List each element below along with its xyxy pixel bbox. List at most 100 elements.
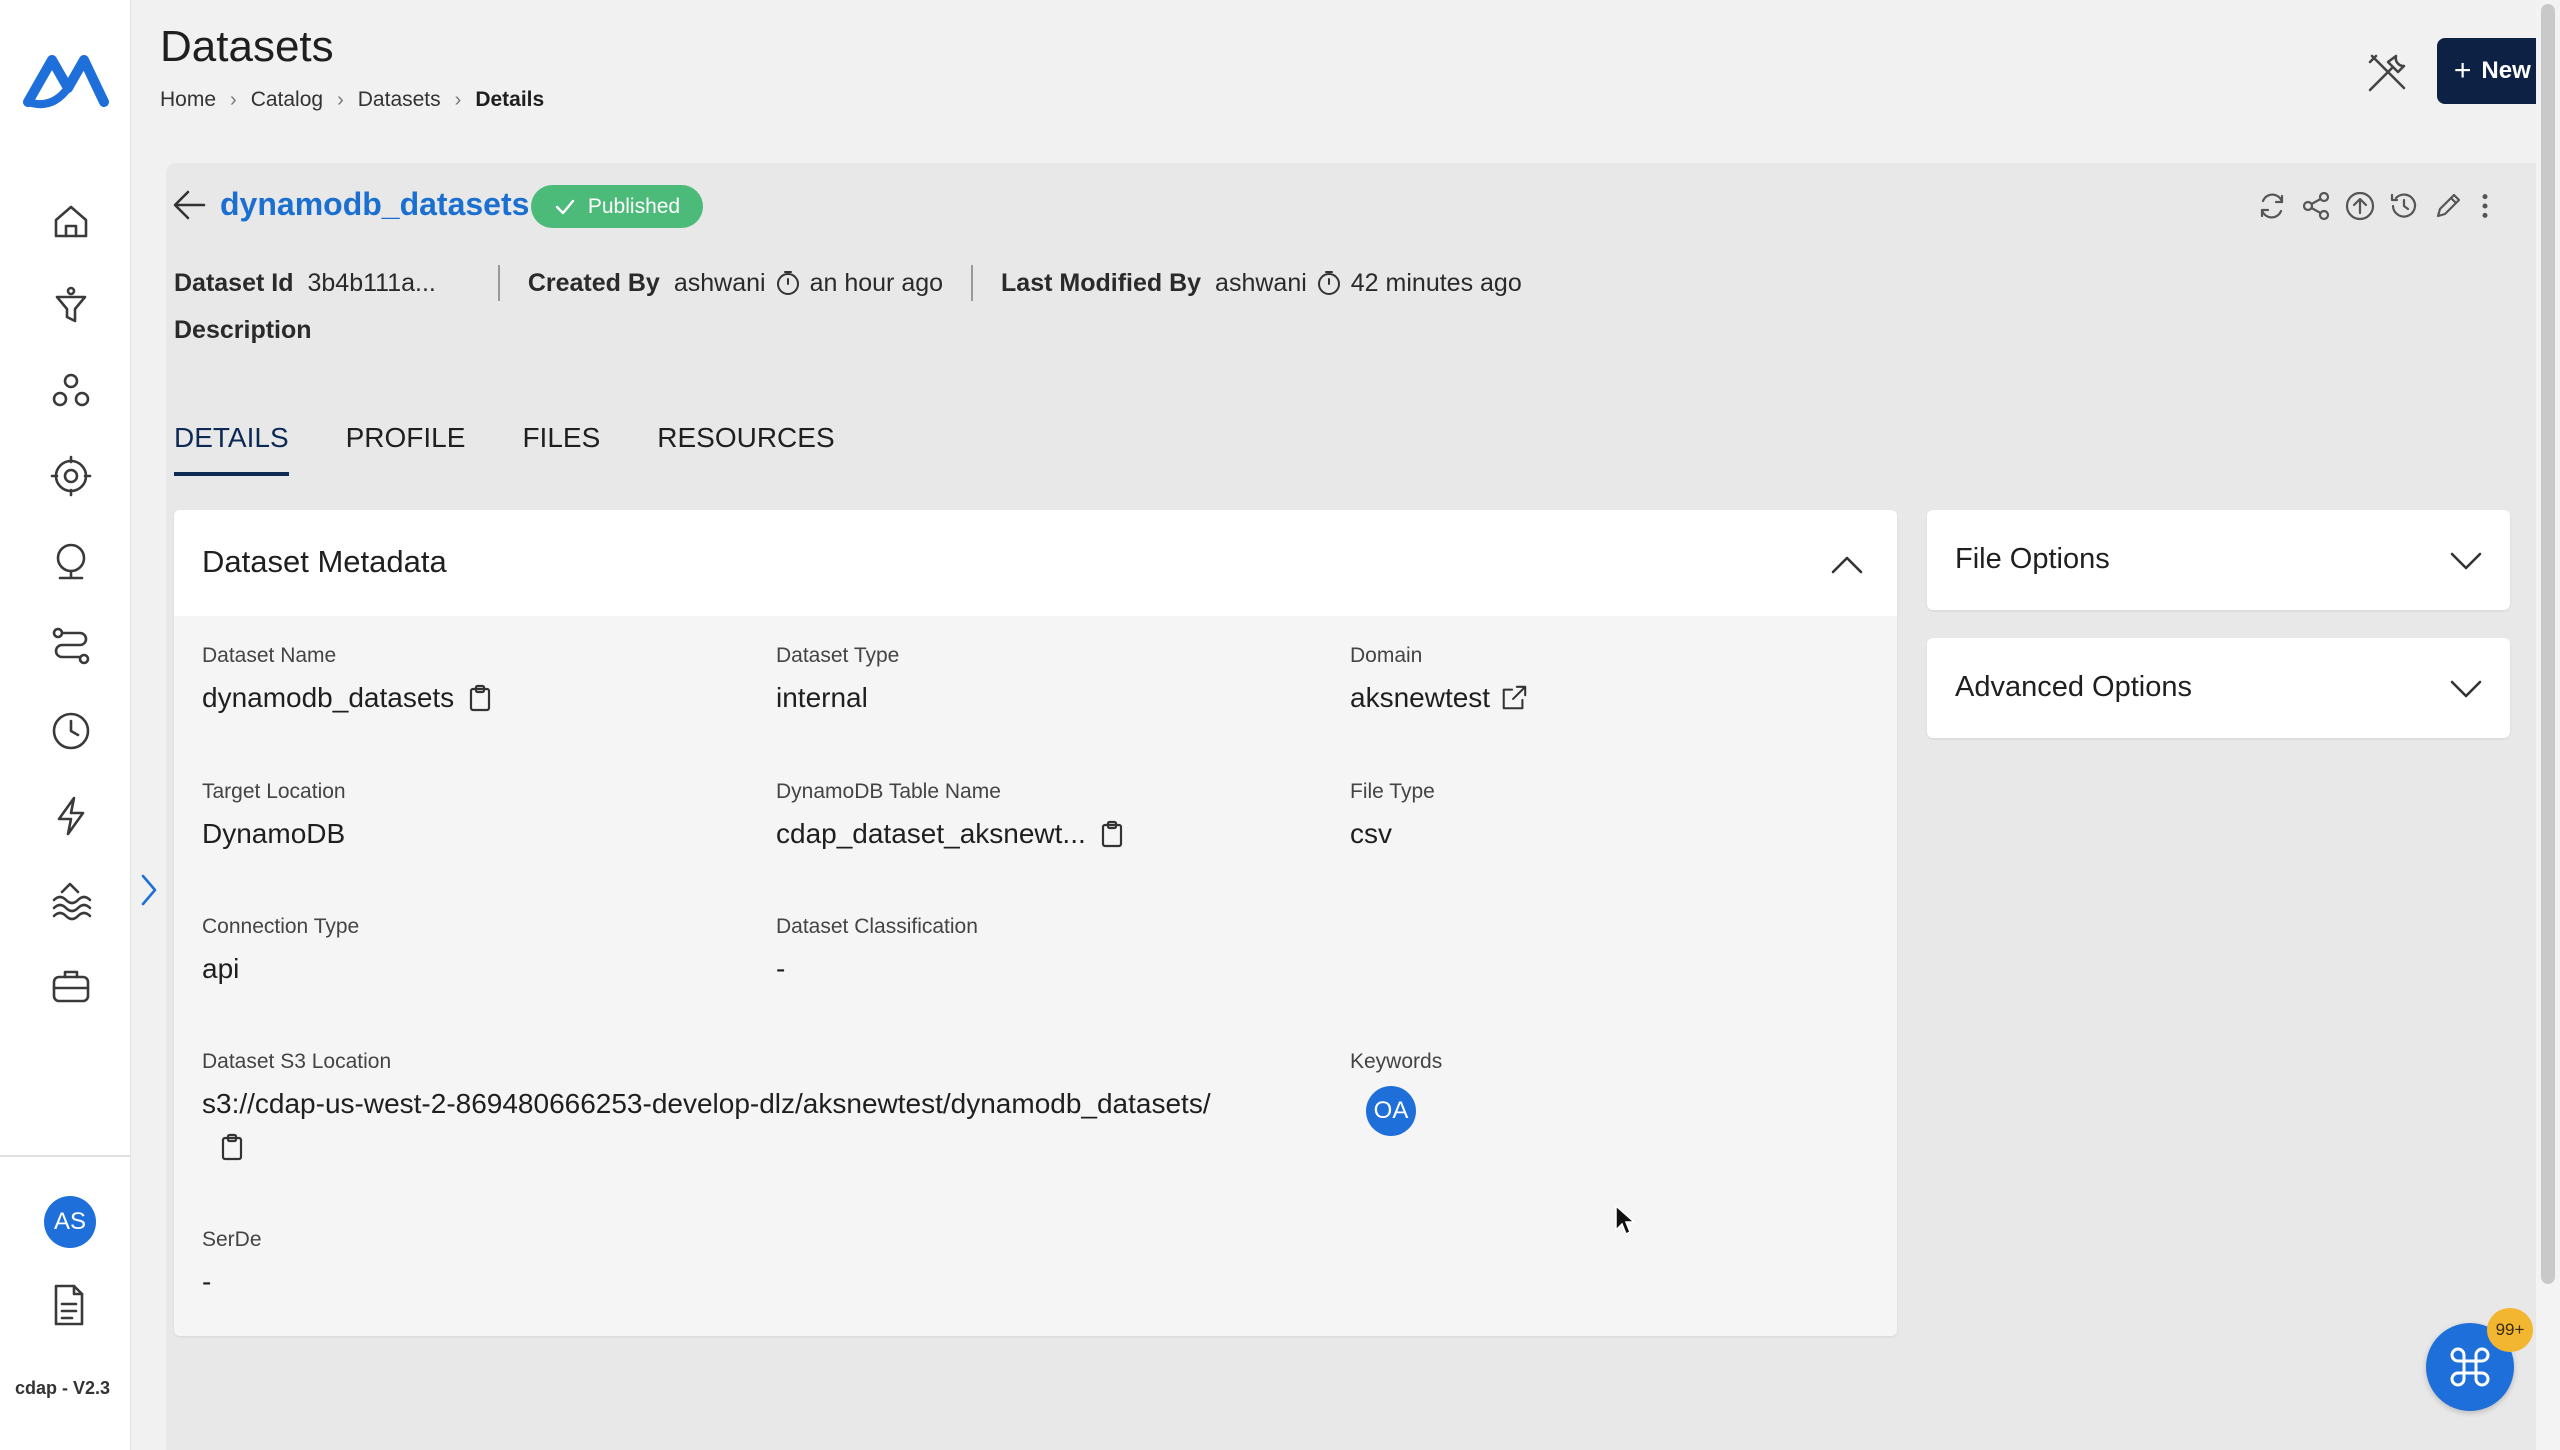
back-arrow-icon[interactable] xyxy=(170,186,208,224)
more-vertical-icon[interactable] xyxy=(2470,188,2500,224)
chevron-right-icon: › xyxy=(337,88,344,111)
tab-resources[interactable]: RESOURCES xyxy=(657,422,834,476)
card-header[interactable]: Dataset Metadata xyxy=(174,510,1897,616)
refresh-icon[interactable] xyxy=(2250,188,2294,224)
chevron-up-icon[interactable] xyxy=(1827,546,1867,582)
field-label: File Type xyxy=(1350,780,1435,803)
command-icon xyxy=(2450,1347,2490,1387)
dataset-name-value: dynamodb_datasets xyxy=(202,682,455,713)
sidebar-divider xyxy=(0,1155,131,1157)
external-link-icon[interactable] xyxy=(1500,683,1530,713)
field-dataset-name: Dataset Name dynamodb_datasets xyxy=(202,644,494,714)
chevron-down-icon[interactable] xyxy=(2448,670,2484,706)
copy-icon[interactable] xyxy=(1098,819,1126,849)
field-file-type: File Type csv xyxy=(1350,780,1435,850)
chevron-down-icon[interactable] xyxy=(2448,542,2484,578)
group-icon[interactable] xyxy=(44,364,98,418)
card-title: Dataset Metadata xyxy=(202,544,447,579)
clock-icon[interactable] xyxy=(44,704,98,758)
breadcrumb-details: Details xyxy=(475,88,545,111)
edit-icon[interactable] xyxy=(2426,188,2470,224)
status-badge: Published xyxy=(531,185,703,228)
tab-profile[interactable]: PROFILE xyxy=(346,422,466,476)
notification-badge: 99+ xyxy=(2487,1308,2533,1352)
page-header: Datasets Home › Catalog › Datasets › Det… xyxy=(131,0,2560,142)
meta-divider xyxy=(497,265,500,301)
dataset-metadata-card: Dataset Metadata Dataset Name dynamodb_d… xyxy=(174,510,1897,1336)
mouse-cursor-icon xyxy=(1614,1204,1636,1236)
file-type-value: csv xyxy=(1350,818,1392,849)
copy-icon[interactable] xyxy=(466,683,494,713)
file-options-panel[interactable]: File Options xyxy=(1927,510,2510,610)
history-icon[interactable] xyxy=(2382,188,2426,224)
breadcrumb-catalog[interactable]: Catalog xyxy=(251,88,323,112)
dataset-type-value: internal xyxy=(776,682,868,713)
app-logo[interactable] xyxy=(22,40,110,120)
sidebar: AS cdap - V2.3 xyxy=(0,0,131,1450)
field-label: Keywords xyxy=(1350,1050,1443,1073)
dataset-title: dynamodb_datasets xyxy=(220,186,530,222)
target-location-value: DynamoDB xyxy=(202,818,346,849)
tab-files[interactable]: FILES xyxy=(522,422,600,476)
scrollbar[interactable] xyxy=(2536,0,2560,1450)
field-label: Domain xyxy=(1350,644,1423,667)
field-label: DynamoDB Table Name xyxy=(776,780,1001,803)
home-icon[interactable] xyxy=(44,194,98,248)
check-icon xyxy=(555,199,575,214)
field-dynamodb-table: DynamoDB Table Name cdap_dataset_aksnewt… xyxy=(776,780,1126,850)
chevron-right-icon: › xyxy=(230,88,237,111)
dataset-meta-row: Dataset Id 3b4b111a... Created By ashwan… xyxy=(174,265,1522,301)
file-options-title: File Options xyxy=(1955,543,2110,575)
modified-by-value: ashwani xyxy=(1215,268,1307,297)
dataset-actions xyxy=(2250,188,2500,224)
lightning-icon[interactable] xyxy=(44,789,98,843)
scrollbar-thumb[interactable] xyxy=(2541,4,2555,1284)
field-s3-location: Dataset S3 Location s3://cdap-us-west-2-… xyxy=(202,1050,1282,1162)
dataset-id-value: 3b4b111a... xyxy=(307,268,436,297)
globe-icon[interactable] xyxy=(44,534,98,588)
created-by-label: Created By xyxy=(527,268,660,297)
chevron-right-icon: › xyxy=(454,88,462,111)
connection-type-value: api xyxy=(202,953,240,984)
tab-bar: DETAILS PROFILE FILES RESOURCES xyxy=(174,422,892,476)
keyword-chip[interactable]: OA xyxy=(1366,1086,1416,1136)
briefcase-icon[interactable] xyxy=(44,959,98,1013)
copy-icon[interactable] xyxy=(218,1132,246,1162)
field-label: Dataset S3 Location xyxy=(202,1050,392,1073)
upload-icon[interactable] xyxy=(2338,188,2382,224)
field-dataset-type: Dataset Type internal xyxy=(776,644,899,714)
avatar[interactable]: AS xyxy=(44,1196,96,1248)
dataset-id-label: Dataset Id xyxy=(174,268,294,297)
dynamodb-table-value: cdap_dataset_aksnewt... xyxy=(776,818,1086,849)
expand-sidebar-icon[interactable] xyxy=(131,860,166,920)
advanced-options-panel[interactable]: Advanced Options xyxy=(1927,638,2510,738)
tab-details[interactable]: DETAILS xyxy=(174,422,289,476)
tools-icon[interactable] xyxy=(2362,48,2412,98)
created-time: an hour ago xyxy=(809,268,944,297)
classification-value: - xyxy=(776,953,786,984)
field-label: Dataset Name xyxy=(202,644,337,667)
share-icon[interactable] xyxy=(2294,188,2338,224)
created-by-value: ashwani xyxy=(673,268,766,297)
field-label: Dataset Classification xyxy=(776,915,978,938)
lake-icon[interactable] xyxy=(44,874,98,928)
description-label: Description xyxy=(174,316,312,344)
breadcrumb-datasets[interactable]: Datasets xyxy=(358,88,441,112)
field-label: Connection Type xyxy=(202,915,360,938)
timer-icon xyxy=(776,271,799,295)
field-value: cdap_dataset_aksnewt... xyxy=(776,818,1126,850)
pipeline-icon[interactable] xyxy=(44,619,98,673)
status-label: Published xyxy=(587,194,681,218)
breadcrumb-home[interactable]: Home xyxy=(160,88,216,112)
document-icon[interactable] xyxy=(46,1282,96,1332)
field-label: Target Location xyxy=(202,780,346,803)
field-value: aksnewtest xyxy=(1350,682,1530,714)
field-domain: Domain aksnewtest xyxy=(1350,644,1530,714)
field-label: SerDe xyxy=(202,1228,262,1251)
field-keywords: Keywords OA xyxy=(1350,1050,1442,1136)
filter-icon[interactable] xyxy=(44,279,98,333)
settings-icon[interactable] xyxy=(44,449,98,503)
page-title: Datasets xyxy=(160,22,334,71)
modified-by-label: Last Modified By xyxy=(1001,268,1202,297)
plus-icon: + xyxy=(2453,54,2472,87)
